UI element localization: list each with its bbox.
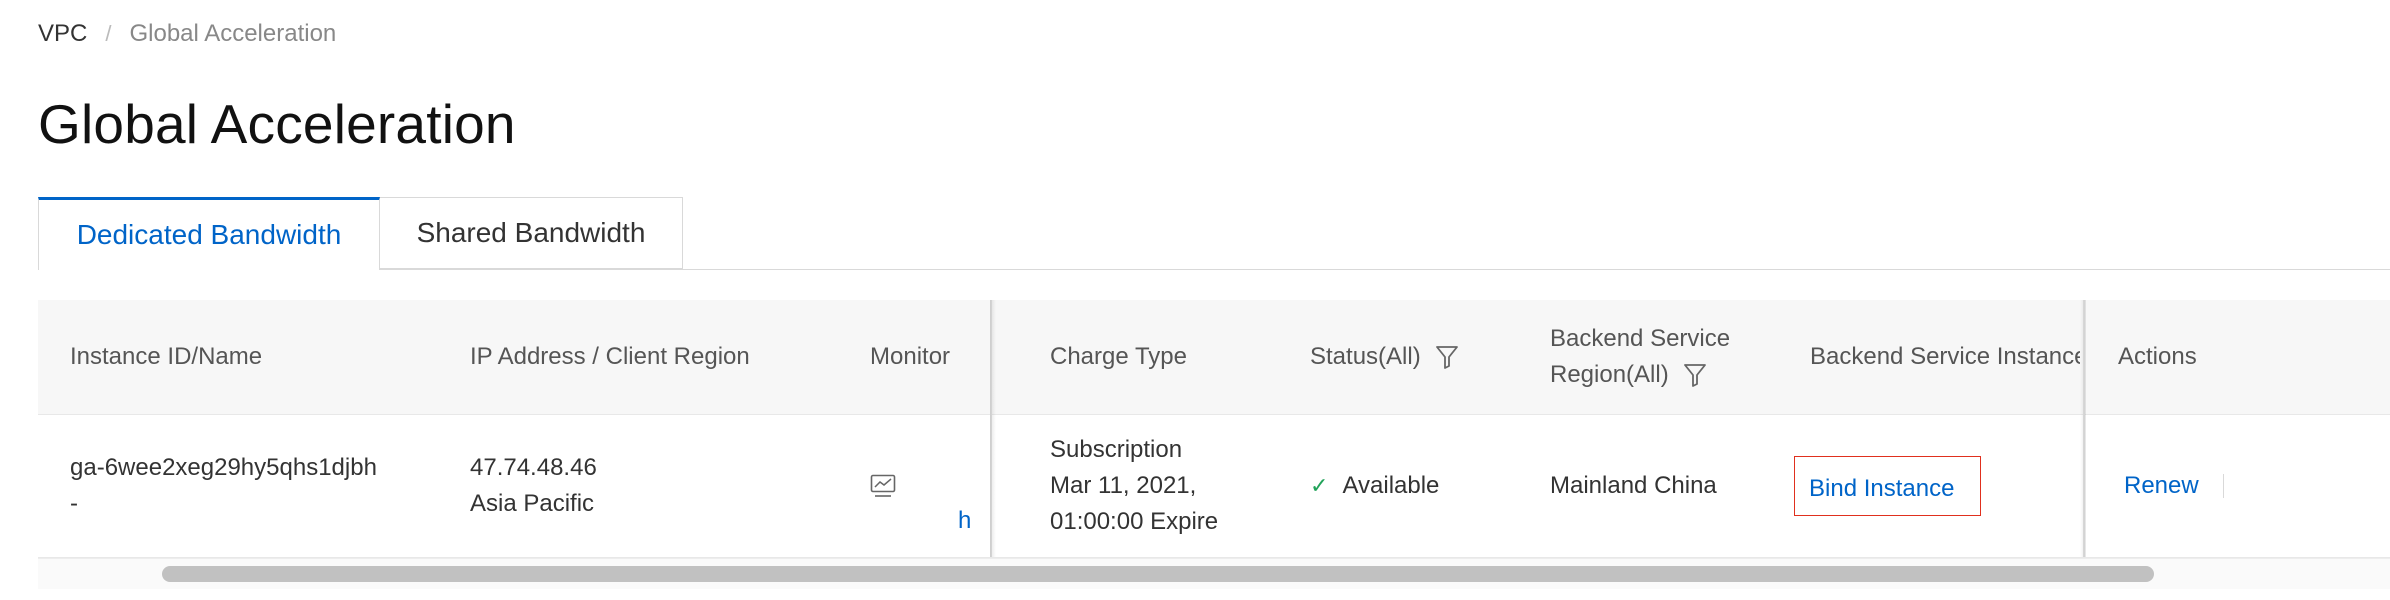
cell-actions: Renew bbox=[2124, 415, 2224, 557]
tab-bar: Dedicated Bandwidth Shared Bandwidth bbox=[38, 197, 2390, 270]
tab-shared-bandwidth[interactable]: Shared Bandwidth bbox=[380, 197, 683, 269]
cell-backend-region: Mainland China bbox=[1550, 415, 1717, 557]
column-header-instance: Instance ID/Name bbox=[70, 343, 263, 370]
monitor-chart-icon[interactable] bbox=[870, 474, 896, 498]
filter-icon[interactable] bbox=[1435, 344, 1459, 370]
expire-date: Mar 11, 2021, bbox=[1050, 472, 1197, 499]
instances-table: Instance ID/Name IP Address / Client Reg… bbox=[38, 300, 2390, 588]
action-divider bbox=[2222, 474, 2224, 498]
backend-region: Mainland China bbox=[1550, 472, 1717, 499]
column-header-backend-region: Backend Service Region(All) bbox=[1550, 300, 1730, 414]
monitor-link[interactable]: h bbox=[958, 503, 971, 539]
column-header-status-label: Status(All) bbox=[1310, 343, 1421, 370]
check-icon: ✓ bbox=[1310, 473, 1329, 498]
column-header-actions: Actions bbox=[2118, 343, 2197, 370]
table-header: Instance ID/Name IP Address / Client Reg… bbox=[38, 300, 2390, 415]
column-header-ip: IP Address / Client Region bbox=[470, 343, 750, 370]
renew-button[interactable]: Renew bbox=[2124, 468, 2199, 504]
cell-charge-type: Subscription Mar 11, 2021, 01:00:00 Expi… bbox=[1050, 415, 1218, 557]
page-title: Global Acceleration bbox=[38, 93, 516, 155]
cell-backend-instance: Bind Instance bbox=[1794, 415, 1982, 557]
breadcrumb-separator: / bbox=[105, 21, 112, 46]
column-header-backend-region-line2-wrap: Region(All) bbox=[1550, 357, 1707, 393]
table-body: ga-6wee2xeg29hy5qhs1djbh - 47.74.48.46 A… bbox=[38, 415, 2390, 558]
expire-time: 01:00:00 Expire bbox=[1050, 508, 1219, 535]
filter-icon[interactable] bbox=[1683, 362, 1707, 388]
column-header-backend-instance: Backend Service Instance bbox=[1810, 343, 2080, 370]
client-region: Asia Pacific bbox=[470, 490, 595, 517]
horizontal-scrollbar[interactable] bbox=[38, 558, 2390, 589]
fixed-column-shadow-left bbox=[990, 300, 996, 557]
ip-address: 47.74.48.46 bbox=[470, 454, 597, 481]
breadcrumb-vpc[interactable]: VPC bbox=[38, 20, 87, 48]
cell-ip: 47.74.48.46 Asia Pacific bbox=[470, 415, 597, 557]
cell-monitor: h bbox=[870, 415, 1010, 557]
cell-instance: ga-6wee2xeg29hy5qhs1djbh - bbox=[70, 415, 377, 557]
fixed-column-shadow-right bbox=[2080, 300, 2086, 557]
tab-dedicated-bandwidth[interactable]: Dedicated Bandwidth bbox=[38, 197, 380, 270]
instance-name: - bbox=[70, 490, 78, 517]
column-header-backend-region-line2: Region(All) bbox=[1550, 361, 1669, 388]
instance-id: ga-6wee2xeg29hy5qhs1djbh bbox=[70, 454, 377, 481]
column-header-backend-region-line1: Backend Service bbox=[1550, 325, 1731, 352]
charge-type: Subscription bbox=[1050, 436, 1183, 463]
cell-status: ✓ Available bbox=[1310, 415, 1439, 557]
status-text: Available bbox=[1342, 472, 1440, 499]
scrollbar-thumb[interactable] bbox=[162, 566, 2154, 582]
breadcrumb-current: Global Acceleration bbox=[129, 20, 337, 47]
breadcrumb: VPC / Global Acceleration bbox=[38, 20, 336, 48]
column-header-monitor: Monitor bbox=[870, 343, 951, 370]
column-header-charge-type: Charge Type bbox=[1050, 343, 1187, 370]
column-header-status: Status(All) bbox=[1310, 300, 1459, 414]
bind-instance-button[interactable]: Bind Instance bbox=[1794, 456, 1982, 516]
